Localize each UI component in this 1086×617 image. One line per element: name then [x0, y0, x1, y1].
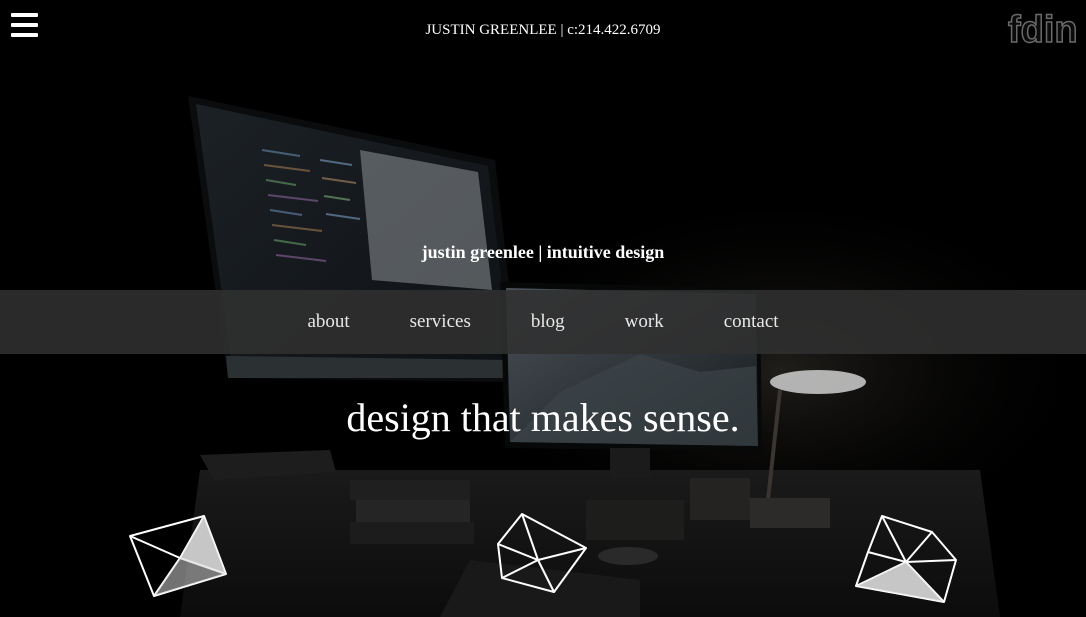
nav-item-blog: blog — [531, 311, 565, 333]
nav-list: about services blog work contact — [0, 290, 1086, 354]
nav-link-blog[interactable]: blog — [531, 311, 565, 332]
main-navigation: about services blog work contact — [0, 290, 1086, 354]
logo-text: fdin — [1008, 9, 1078, 48]
nav-item-contact: contact — [724, 311, 779, 333]
geometric-gem-icon — [497, 513, 587, 593]
geometric-gem-icon — [129, 515, 227, 597]
nav-item-work: work — [625, 311, 664, 333]
nav-item-about: about — [307, 311, 349, 333]
nav-item-services: services — [410, 311, 471, 333]
top-bar: JUSTIN GREENLEE | c:214.422.6709 fdin — [0, 0, 1086, 60]
nav-link-services[interactable]: services — [410, 311, 471, 332]
nav-link-work[interactable]: work — [625, 311, 664, 332]
site-logo[interactable]: fdin — [1006, 6, 1086, 48]
site-tagline: justin greenlee | intuitive design — [421, 242, 665, 262]
nav-link-about[interactable]: about — [307, 311, 349, 332]
contact-info: JUSTIN GREENLEE | c:214.422.6709 — [425, 22, 661, 38]
nav-link-contact[interactable]: contact — [724, 311, 779, 332]
menu-line — [11, 13, 38, 17]
geometric-gem-icon — [855, 515, 957, 603]
hero-headline: design that makes sense. — [346, 395, 740, 440]
